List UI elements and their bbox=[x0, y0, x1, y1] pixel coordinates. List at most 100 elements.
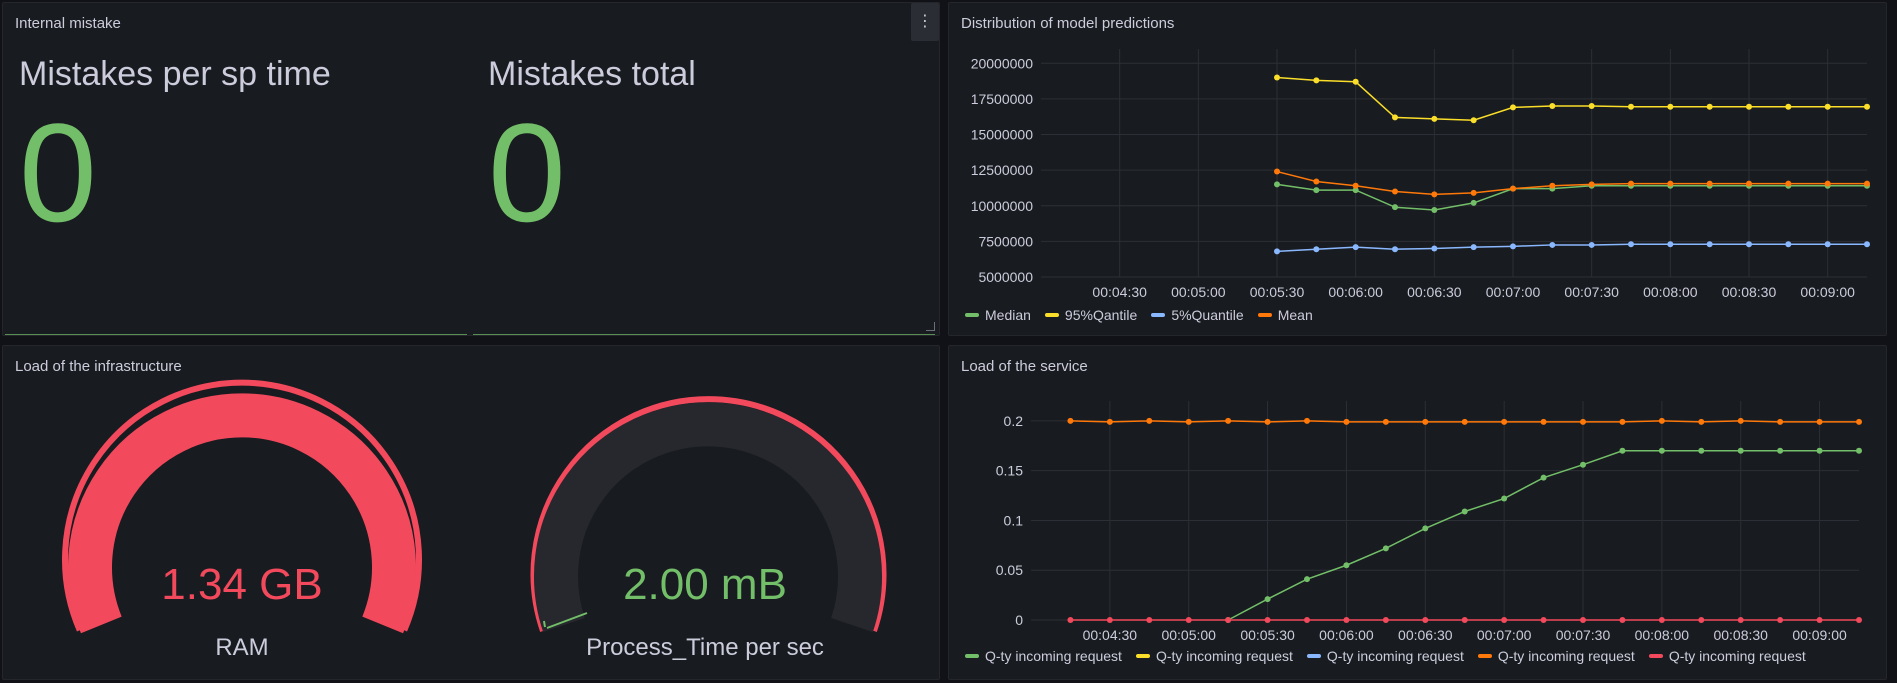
x-tick-label: 00:07:30 bbox=[1564, 284, 1619, 300]
data-point bbox=[1588, 103, 1595, 109]
panel-internal-mistake: Internal mistake ⋮ Mistakes per sp time … bbox=[2, 2, 940, 336]
sparkline-1 bbox=[5, 334, 467, 335]
x-tick-label: 00:07:00 bbox=[1477, 627, 1532, 643]
data-point bbox=[1588, 241, 1595, 248]
chart-legend: Q-ty incoming request Q-ty incoming reque… bbox=[965, 648, 1806, 664]
data-point bbox=[1549, 103, 1556, 109]
stat-title-mistakes-total: Mistakes total bbox=[488, 55, 696, 93]
legend-label: Median bbox=[985, 307, 1031, 323]
data-point bbox=[1540, 418, 1547, 425]
data-point bbox=[1737, 447, 1744, 454]
data-point bbox=[1856, 418, 1862, 425]
legend-item[interactable]: Q-ty incoming request bbox=[1648, 648, 1806, 664]
legend-item[interactable]: Mean bbox=[1257, 307, 1313, 323]
chart-legend: Median 95%Qantile 5%Quantile Mean bbox=[965, 307, 1313, 323]
x-tick-label: 00:06:30 bbox=[1407, 284, 1462, 300]
legend-item[interactable]: 5%Quantile bbox=[1151, 307, 1244, 323]
x-tick-label: 00:07:00 bbox=[1486, 284, 1541, 300]
data-point bbox=[1461, 617, 1468, 623]
resize-handle-icon[interactable] bbox=[926, 322, 935, 331]
data-point bbox=[1304, 576, 1310, 583]
data-point bbox=[1392, 204, 1398, 211]
process-time-gauge-value: 2.00 mB bbox=[623, 560, 787, 609]
data-point bbox=[1431, 207, 1438, 214]
data-point bbox=[1667, 241, 1674, 248]
data-point bbox=[1824, 241, 1831, 248]
data-point bbox=[1431, 245, 1438, 252]
legend-swatch-icon bbox=[1151, 313, 1166, 317]
data-point bbox=[1343, 418, 1350, 425]
data-point bbox=[1470, 117, 1477, 124]
data-point bbox=[1264, 617, 1271, 623]
panel-infrastructure: Load of the infrastructure 1.34 GB RAM 2… bbox=[2, 345, 940, 680]
data-point bbox=[1422, 418, 1429, 425]
data-point bbox=[1549, 182, 1556, 189]
legend-label: Q-ty incoming request bbox=[1326, 648, 1464, 664]
data-point bbox=[1706, 103, 1713, 110]
data-point bbox=[1864, 103, 1870, 110]
data-point bbox=[1431, 115, 1438, 122]
process-time-gauge: 2.00 mB Process_Time per sec bbox=[530, 396, 887, 661]
data-point bbox=[1510, 243, 1516, 250]
stat-value-mistakes-per-sp-time: 0 bbox=[19, 94, 97, 251]
data-point bbox=[1658, 417, 1665, 424]
data-point bbox=[1501, 418, 1508, 425]
data-point bbox=[1146, 617, 1153, 623]
data-point bbox=[1470, 244, 1477, 251]
y-tick-label: 0.1 bbox=[1004, 512, 1024, 528]
data-point bbox=[1313, 187, 1320, 194]
sparkline-2 bbox=[473, 334, 935, 335]
legend-item[interactable]: Q-ty incoming request bbox=[965, 648, 1122, 664]
data-point bbox=[1313, 246, 1320, 253]
x-tick-label: 00:08:00 bbox=[1635, 627, 1690, 643]
legend-item[interactable]: 95%Qantile bbox=[1044, 307, 1137, 323]
legend-item[interactable]: Q-ty incoming request bbox=[1135, 648, 1293, 664]
data-point bbox=[1816, 418, 1823, 425]
data-point bbox=[1461, 418, 1468, 425]
y-tick-label: 17500000 bbox=[971, 91, 1034, 107]
data-point bbox=[1777, 418, 1784, 425]
data-point bbox=[1225, 617, 1232, 623]
panel-title[interactable]: Distribution of model predictions bbox=[961, 15, 1174, 32]
data-point bbox=[1392, 246, 1398, 253]
data-point bbox=[1737, 417, 1744, 424]
data-point bbox=[1185, 418, 1192, 425]
data-point bbox=[1352, 244, 1359, 251]
data-point bbox=[1274, 248, 1280, 255]
data-point bbox=[1106, 418, 1113, 425]
legend-swatch-icon bbox=[965, 654, 979, 658]
legend-item[interactable]: Q-ty incoming request bbox=[1477, 648, 1635, 664]
x-tick-label: 00:08:30 bbox=[1713, 627, 1768, 643]
distribution-chart[interactable]: 5000000 7500000 10000000 12500000 15000000 17… bbox=[949, 33, 1887, 333]
legend-swatch-icon bbox=[1648, 654, 1663, 658]
data-point bbox=[1746, 103, 1752, 110]
data-point bbox=[1392, 114, 1398, 121]
data-point bbox=[1628, 180, 1634, 187]
data-point bbox=[1304, 417, 1310, 424]
data-point bbox=[1392, 188, 1398, 195]
data-point bbox=[1706, 180, 1713, 187]
x-tick-label: 00:04:30 bbox=[1083, 627, 1138, 643]
x-tick-label: 00:05:00 bbox=[1161, 627, 1216, 643]
legend-swatch-icon bbox=[1306, 654, 1321, 658]
data-point bbox=[1549, 241, 1556, 248]
x-tick-label: 00:04:30 bbox=[1092, 284, 1147, 300]
y-tick-label: 0.15 bbox=[996, 463, 1023, 479]
stat-title-mistakes-per-sp-time: Mistakes per sp time bbox=[19, 55, 331, 93]
legend-label: Q-ty incoming request bbox=[1155, 648, 1293, 664]
vertical-dots-icon: ⋮ bbox=[917, 13, 933, 30]
panel-menu-button[interactable]: ⋮ bbox=[911, 3, 939, 41]
legend-item[interactable]: Q-ty incoming request bbox=[1306, 648, 1464, 664]
legend-item[interactable]: Median bbox=[965, 307, 1031, 323]
data-point bbox=[1785, 180, 1792, 187]
series-line bbox=[1276, 243, 1867, 253]
data-point bbox=[1667, 103, 1674, 110]
data-point bbox=[1588, 181, 1595, 188]
data-point bbox=[1658, 447, 1665, 454]
panel-title[interactable]: Internal mistake bbox=[15, 15, 121, 32]
y-tick-label: 10000000 bbox=[971, 198, 1034, 214]
data-point bbox=[1540, 617, 1547, 623]
service-chart[interactable]: 0 0.05 0.1 0.15 0.2 00:04:30 00:05:00 00:05:30 0… bbox=[949, 346, 1887, 646]
ram-gauge-label: RAM bbox=[215, 634, 268, 661]
legend-swatch-icon bbox=[1257, 313, 1272, 317]
